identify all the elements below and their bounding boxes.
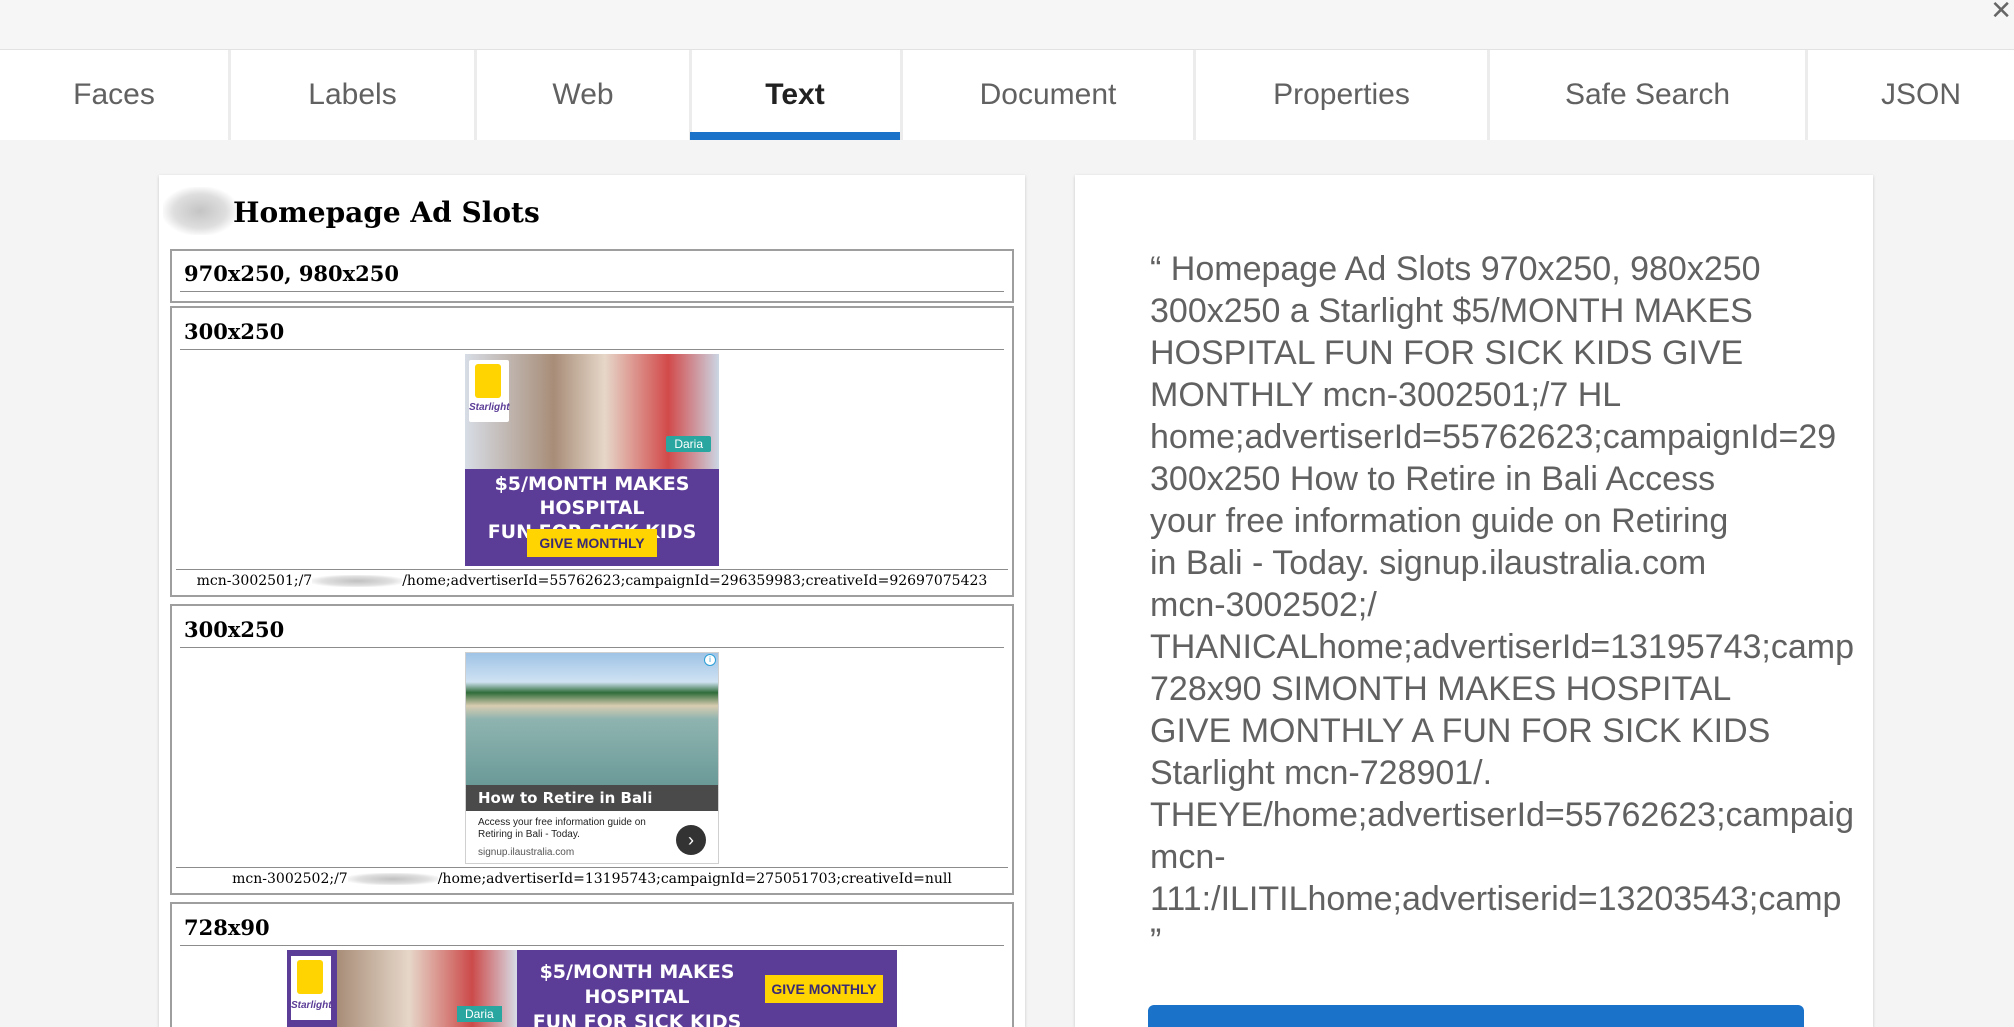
name-tag: Daria	[666, 436, 711, 452]
slot-divider	[180, 647, 1004, 648]
ocr-line: your free information guide on Retiring	[1150, 502, 1729, 540]
ocr-line: 111:/ILITILhome;advertiserid=13203543;ca…	[1150, 880, 1842, 918]
ad-slot: 300x250 Starlight Daria $5/MONTH MAKES H…	[170, 306, 1014, 597]
slot-id-prefix: mcn-3002502;/7	[232, 871, 348, 887]
star-icon	[475, 364, 501, 398]
redacted-text	[312, 575, 403, 587]
ocr-line: in Bali - Today. signup.ilaustralia.com	[1150, 544, 1707, 582]
tab-text[interactable]: Text	[690, 50, 900, 140]
slot-divider	[180, 945, 1004, 946]
bali-ad: i How to Retire in Bali Access your free…	[465, 652, 719, 864]
slot-title: 300x250	[184, 617, 285, 642]
tab-web[interactable]: Web	[477, 50, 689, 140]
close-icon[interactable]: ✕	[1990, 0, 2012, 23]
action-button[interactable]	[1148, 1005, 1804, 1027]
give-monthly-button: GIVE MONTHLY	[527, 529, 657, 557]
star-icon	[297, 960, 323, 994]
slot-divider	[176, 867, 1008, 868]
tab-bar: Faces Labels Web Text Document Propertie…	[0, 50, 2014, 140]
ocr-line: THANICALhome;advertiserId=13195743;camp	[1150, 628, 1854, 666]
starlight-logo: Starlight	[469, 360, 510, 422]
blurred-logo	[163, 187, 237, 235]
slot-id-suffix: /home;advertiserId=55762623;campaignId=2…	[402, 573, 988, 589]
tab-properties[interactable]: Properties	[1196, 50, 1487, 140]
slot-title: 728x90	[184, 915, 270, 940]
ad-domain: signup.ilaustralia.com	[478, 847, 575, 858]
slot-title: 300x250	[184, 319, 285, 344]
slot-id-prefix: mcn-3002501;/7	[196, 573, 313, 589]
ad-slot: 970x250, 980x250	[170, 249, 1014, 303]
ocr-line: THEYE/home;advertiserId=55762623;campaig	[1150, 796, 1855, 834]
give-monthly-button: GIVE MONTHLY	[765, 975, 883, 1003]
ocr-line: mcn-	[1150, 838, 1226, 876]
slot-id: mcn-3002501;/7/home;advertiserId=5576262…	[172, 573, 1012, 589]
logo-text: Starlight	[291, 1000, 332, 1011]
ocr-line: GIVE MONTHLY A FUN FOR SICK KIDS	[1150, 712, 1771, 750]
close-quote: ”	[1150, 922, 1162, 960]
ocr-line: “ Homepage Ad Slots 970x250, 980x250	[1150, 248, 1873, 290]
tab-labels[interactable]: Labels	[231, 50, 474, 140]
slot-divider	[176, 569, 1008, 570]
ad-headline-line: $5/MONTH MAKES HOSPITAL	[494, 473, 690, 519]
ad-photo	[466, 653, 718, 785]
ad-caption: How to Retire in Bali	[466, 785, 718, 811]
ocr-line: home;advertiserId=55762623;campaignId=29	[1150, 418, 1837, 456]
top-bar: ✕	[0, 0, 2014, 50]
tab-faces[interactable]: Faces	[0, 50, 228, 140]
starlight-leaderboard-ad: Starlight Daria $5/MONTH MAKES HOSPITAL …	[287, 950, 897, 1027]
starlight-ad: Starlight Daria $5/MONTH MAKES HOSPITAL …	[465, 354, 719, 566]
ocr-line: Starlight mcn-728901/.	[1150, 754, 1493, 792]
extracted-text-card: “ Homepage Ad Slots 970x250, 980x250 300…	[1075, 175, 1873, 1027]
ad-body: Access your free information guide on Re…	[478, 817, 646, 840]
ocr-line: mcn-3002502;/	[1150, 586, 1377, 624]
ad-slot: 728x90 Starlight Daria $5/MONTH MAKES HO…	[170, 902, 1014, 1027]
tab-safe-search[interactable]: Safe Search	[1490, 50, 1805, 140]
ad-headline: $5/MONTH MAKES HOSPITAL FUN FOR SICK KID…	[517, 960, 757, 1027]
logo-text: Starlight	[469, 402, 510, 413]
tab-json[interactable]: JSON	[1808, 50, 2014, 140]
ad-headline-line: FUN FOR SICK KIDS	[532, 1011, 742, 1027]
slot-title: 970x250, 980x250	[184, 261, 400, 286]
name-tag: Daria	[457, 1006, 502, 1022]
tab-document[interactable]: Document	[903, 50, 1193, 140]
arrow-right-icon: ›	[676, 825, 706, 855]
starlight-logo: Starlight	[291, 956, 332, 1020]
redacted-text	[347, 873, 438, 885]
ad-headline-line: $5/MONTH MAKES HOSPITAL	[539, 961, 735, 1008]
ocr-line: 728x90 SIMONTH MAKES HOSPITAL	[1150, 670, 1732, 708]
slot-id: mcn-3002502;/7/home;advertiserId=1319574…	[172, 871, 1012, 887]
slot-divider	[180, 291, 1004, 292]
open-quote: “	[1150, 250, 1162, 288]
ocr-line-text: Homepage Ad Slots 970x250, 980x250	[1170, 250, 1761, 288]
slot-divider	[180, 349, 1004, 350]
ocr-line: MONTHLY mcn-3002501;/7 HL	[1150, 376, 1622, 414]
ad-choices-icon: i	[704, 654, 716, 666]
document-preview-card: Homepage Ad Slots 970x250, 980x250 300x2…	[159, 175, 1025, 1027]
ocr-line: HOSPITAL FUN FOR SICK KIDS GIVE	[1150, 334, 1744, 372]
extracted-text: “ Homepage Ad Slots 970x250, 980x250 300…	[1150, 248, 1873, 962]
document-title: Homepage Ad Slots	[233, 196, 540, 229]
ocr-line: 300x250 a Starlight $5/MONTH MAKES	[1150, 292, 1753, 330]
ocr-line: 300x250 How to Retire in Bali Access	[1150, 460, 1716, 498]
ad-slot: 300x250 i How to Retire in Bali Access y…	[170, 604, 1014, 895]
slot-id-suffix: /home;advertiserId=13195743;campaignId=2…	[437, 871, 952, 887]
